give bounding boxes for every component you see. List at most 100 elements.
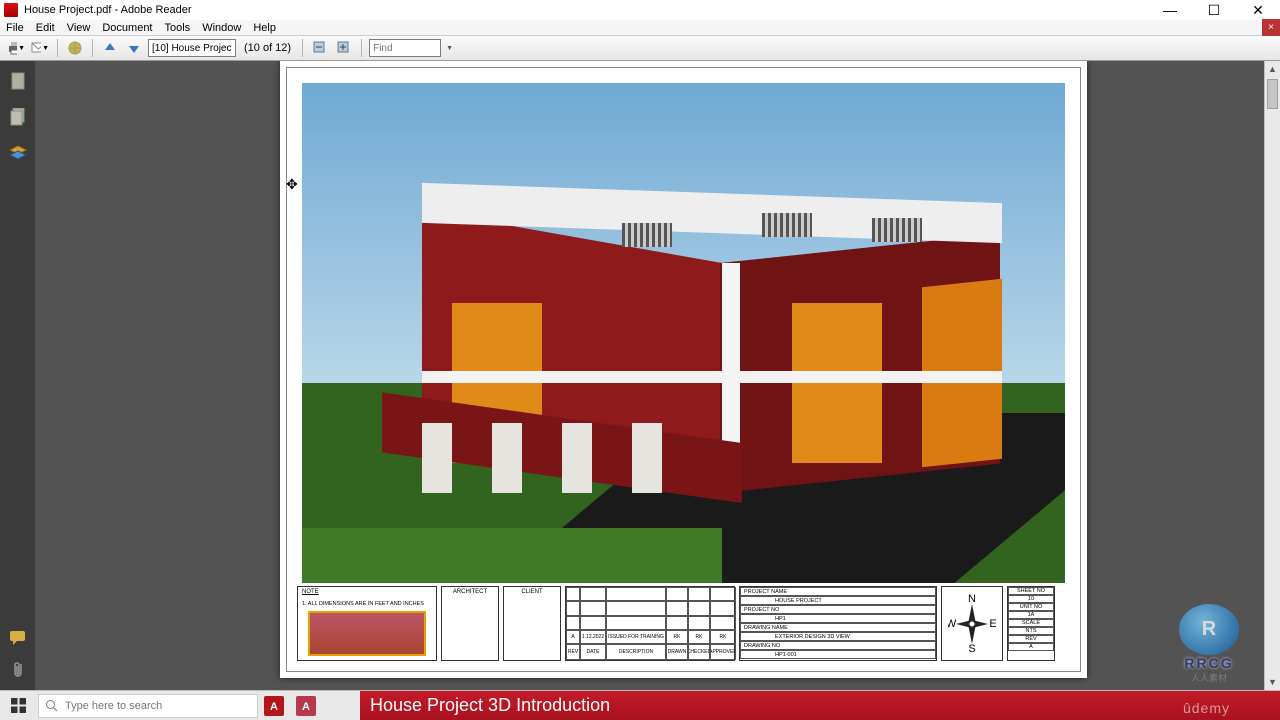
- sheet-key: UNIT NO: [1008, 603, 1054, 611]
- scroll-up-button[interactable]: ▲: [1265, 61, 1280, 77]
- find-input[interactable]: [369, 39, 441, 57]
- page-up-button[interactable]: [100, 38, 120, 58]
- page-border: NOTE 1. ALL DIMENSIONS ARE IN FEET AND I…: [286, 67, 1081, 672]
- window-title: House Project.pdf - Adobe Reader: [24, 4, 1148, 16]
- proj-val: EXTERIOR DESIGN 3D VIEW: [740, 632, 936, 641]
- pages-panel-button[interactable]: [8, 71, 28, 91]
- sheet-key: SCALE: [1008, 619, 1054, 627]
- printer-icon: [7, 40, 17, 56]
- rev-col: APPROVED: [710, 644, 736, 660]
- page-down-button[interactable]: [124, 38, 144, 58]
- taskbar-autocad[interactable]: A: [290, 691, 322, 720]
- rev-val: RK: [688, 630, 710, 644]
- sheet-val: A: [1008, 643, 1054, 651]
- scroll-down-button[interactable]: ▼: [1265, 674, 1280, 690]
- zoom-out-button[interactable]: [310, 38, 330, 58]
- rev-col: REV: [566, 644, 580, 660]
- udemy-watermark: ûdemy: [1183, 700, 1230, 716]
- client-cell: CLIENT: [503, 586, 561, 661]
- window-close-button[interactable]: ✕: [1236, 0, 1280, 20]
- rev-val: RK: [710, 630, 736, 644]
- svg-text:E: E: [989, 618, 996, 630]
- proj-val: HP1-001: [740, 650, 936, 659]
- north-arrow: N E S W: [941, 586, 1003, 661]
- rev-val: A: [566, 630, 580, 644]
- window-titlebar: House Project.pdf - Adobe Reader — ☐ ✕: [0, 0, 1280, 20]
- zoom-out-icon: [312, 40, 328, 56]
- svg-text:A: A: [302, 701, 310, 713]
- menu-document[interactable]: Document: [102, 22, 152, 34]
- document-viewport[interactable]: NOTE 1. ALL DIMENSIONS ARE IN FEET AND I…: [35, 61, 1280, 690]
- client-label: CLIENT: [521, 589, 542, 595]
- note-label: NOTE: [302, 589, 319, 595]
- video-title-overlay: House Project 3D Introduction: [360, 691, 1280, 720]
- title-block: NOTE 1. ALL DIMENSIONS ARE IN FEET AND I…: [297, 586, 1070, 661]
- rev-col: DATE: [580, 644, 606, 660]
- zoom-in-icon: [336, 40, 352, 56]
- menubar: File Edit View Document Tools Window Hel…: [0, 20, 1280, 36]
- rev-val: ISSUED FOR TRAINING: [606, 630, 666, 644]
- taskbar-adobe-reader[interactable]: A: [258, 691, 290, 720]
- navigation-pane: [0, 61, 35, 690]
- layers-panel-button[interactable]: [8, 143, 28, 163]
- attachments-panel-button[interactable]: [8, 660, 28, 680]
- video-title: House Project 3D Introduction: [370, 695, 610, 716]
- sheet-val: 1A: [1008, 611, 1054, 619]
- window-minimize-button[interactable]: —: [1148, 0, 1192, 20]
- proj-key: PROJECT NO: [740, 605, 936, 614]
- search-icon: [45, 699, 59, 713]
- svg-text:A: A: [270, 701, 278, 713]
- print-button[interactable]: ▼: [6, 38, 26, 58]
- rev-val: 1.12.2022: [580, 630, 606, 644]
- autocad-icon: A: [296, 696, 316, 716]
- window-maximize-button[interactable]: ☐: [1192, 0, 1236, 20]
- menu-view[interactable]: View: [67, 22, 91, 34]
- compass-icon: N E S W: [948, 594, 996, 654]
- zoom-in-button[interactable]: [334, 38, 354, 58]
- svg-text:W: W: [948, 618, 957, 630]
- document-close-button[interactable]: ×: [1262, 19, 1280, 37]
- project-info: PROJECT NAME HOUSE PROJECT PROJECT NO HP…: [739, 586, 937, 661]
- adobe-reader-icon: [4, 3, 18, 17]
- note-cell: NOTE 1. ALL DIMENSIONS ARE IN FEET AND I…: [297, 586, 437, 661]
- search-placeholder: Type here to search: [65, 700, 162, 712]
- page-number-input[interactable]: [148, 39, 236, 57]
- windows-logo-icon: [11, 698, 26, 713]
- page-thumbnails-icon: [10, 72, 26, 90]
- menu-file[interactable]: File: [6, 22, 24, 34]
- taskbar-search[interactable]: Type here to search: [38, 694, 258, 718]
- rev-val: RK: [666, 630, 688, 644]
- menu-tools[interactable]: Tools: [165, 22, 191, 34]
- sheet-info: SHEET NO 10 UNIT NO 1A SCALE NTS REV A: [1007, 586, 1055, 661]
- pages-panel-button-2[interactable]: [8, 107, 28, 127]
- svg-text:N: N: [968, 594, 976, 605]
- globe-icon: [67, 40, 83, 56]
- toolbar-separator: [92, 39, 93, 57]
- mail-icon: [31, 40, 41, 56]
- layers-icon: [9, 145, 27, 161]
- adobe-reader-icon: A: [264, 696, 284, 716]
- chevron-down-icon: ▼: [446, 45, 453, 52]
- house-model: [362, 163, 1002, 523]
- revision-table: A 1.12.2022 ISSUED FOR TRAINING RK RK RK…: [565, 586, 735, 661]
- svg-text:S: S: [968, 643, 975, 654]
- arrow-up-icon: [102, 40, 118, 56]
- menu-help[interactable]: Help: [253, 22, 276, 34]
- start-button[interactable]: [0, 691, 36, 720]
- exterior-3d-render: [302, 83, 1065, 583]
- chevron-down-icon: ▼: [42, 45, 49, 52]
- menu-window[interactable]: Window: [202, 22, 241, 34]
- comments-panel-button[interactable]: [8, 628, 28, 648]
- menu-edit[interactable]: Edit: [36, 22, 55, 34]
- note-thumbnail: [308, 611, 426, 656]
- windows-taskbar: Type here to search A A House Project 3D…: [0, 690, 1280, 720]
- scroll-thumb[interactable]: [1267, 79, 1278, 109]
- proj-key: PROJECT NAME: [740, 587, 936, 596]
- rev-col: DRAWN: [666, 644, 688, 660]
- email-button[interactable]: ▼: [30, 38, 50, 58]
- paperclip-icon: [11, 661, 25, 679]
- collaborate-button[interactable]: [65, 38, 85, 58]
- rev-col: DESCRIPTION: [606, 644, 666, 660]
- arrow-down-icon: [126, 40, 142, 56]
- vertical-scrollbar[interactable]: ▲ ▼: [1264, 61, 1280, 690]
